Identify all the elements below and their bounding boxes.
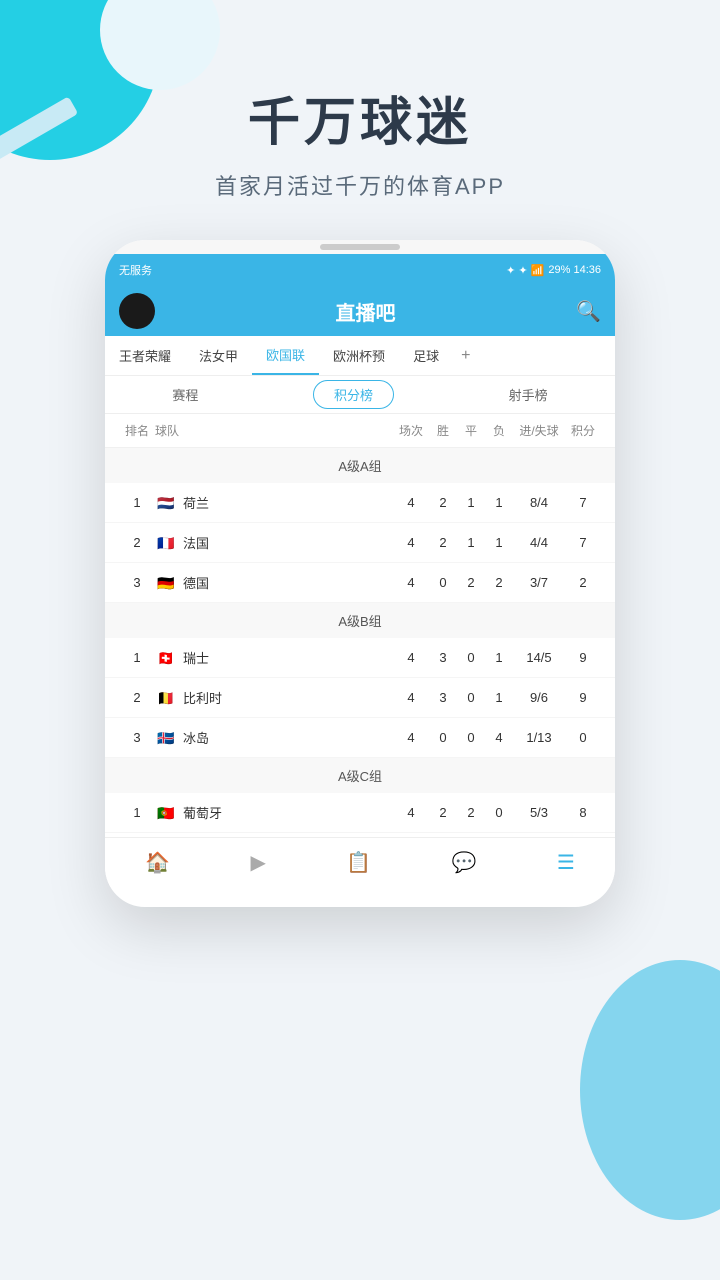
team-name: 🇵🇹葡萄牙: [155, 803, 393, 822]
header-loss: 负: [485, 422, 513, 439]
team-name: 🇧🇪比利时: [155, 688, 393, 707]
status-bar: 无服务 ✦ ✦ 📶 29% 14:36: [105, 254, 615, 286]
phone-top-bar: [105, 240, 615, 254]
bottom-nav-chat[interactable]: 💬: [452, 850, 477, 875]
sub-tabs: 赛程 积分榜 射手榜: [105, 376, 615, 414]
status-info: ✦ ✦ 📶 29% 14:36: [506, 264, 601, 277]
sub-tab-scorers[interactable]: 射手榜: [489, 381, 568, 408]
rank: 2: [119, 535, 155, 550]
bottom-nav-play[interactable]: ▶: [250, 850, 265, 875]
app-logo[interactable]: [119, 293, 155, 329]
status-right-text: 29% 14:36: [548, 264, 601, 276]
header-rank: 排名: [119, 422, 155, 439]
bottom-nav-news[interactable]: 📋: [346, 850, 371, 875]
standings-table: 排名 球队 场次 胜 平 负 进/失球 积分 A级A组 1 🇳🇱荷兰 4 2 1…: [105, 414, 615, 833]
bg-decoration-circle-br: [580, 960, 720, 1220]
table-row: 1 🇵🇹葡萄牙 4 2 2 0 5/3 8: [105, 793, 615, 833]
group-c-header: A级C组: [105, 758, 615, 793]
nav-tabs: 王者荣耀 法女甲 欧国联 欧洲杯预 足球 +: [105, 336, 615, 376]
header-team: 球队: [155, 422, 393, 439]
hero-title: 千万球迷: [0, 80, 720, 155]
team-name: 🇨🇭瑞士: [155, 648, 393, 667]
header-played: 场次: [393, 422, 429, 439]
hero-subtitle: 首家月活过千万的体育APP: [0, 169, 720, 201]
header-draw: 平: [457, 422, 485, 439]
table-row: 1 🇨🇭瑞士 4 3 0 1 14/5 9: [105, 638, 615, 678]
phone-pill: [320, 244, 400, 250]
rank: 3: [119, 575, 155, 590]
table-header-row: 排名 球队 场次 胜 平 负 进/失球 积分: [105, 414, 615, 448]
rank: 2: [119, 690, 155, 705]
nav-tab-ouguo[interactable]: 欧国联: [252, 336, 319, 375]
rank: 1: [119, 495, 155, 510]
bottom-nav-menu[interactable]: ☰: [557, 850, 575, 875]
team-name: 🇫🇷法国: [155, 533, 393, 552]
bottom-nav: 🏠 ▶ 📋 💬 ☰: [105, 837, 615, 887]
group-a-header: A级A组: [105, 448, 615, 483]
table-row: 2 🇫🇷法国 4 2 1 1 4/4 7: [105, 523, 615, 563]
nav-tab-plus[interactable]: +: [453, 347, 478, 365]
header-pts: 积分: [565, 422, 601, 439]
nav-tab-ouzhou[interactable]: 欧洲杯预: [319, 336, 399, 375]
team-name: 🇳🇱荷兰: [155, 493, 393, 512]
nav-tab-wangzhe[interactable]: 王者荣耀: [105, 336, 185, 375]
nav-tab-football[interactable]: 足球: [399, 336, 453, 375]
sub-tab-schedule[interactable]: 赛程: [152, 381, 218, 408]
header-win: 胜: [429, 422, 457, 439]
group-b-header: A级B组: [105, 603, 615, 638]
battery-wifi-icon: ✦ ✦ 📶: [506, 264, 544, 277]
app-title: 直播吧: [336, 297, 396, 326]
sub-tab-standings[interactable]: 积分榜: [313, 380, 394, 409]
header-gd: 进/失球: [513, 422, 565, 439]
nav-tab-fanvjia[interactable]: 法女甲: [185, 336, 252, 375]
status-carrier: 无服务: [119, 262, 152, 278]
app-header: 直播吧 🔍: [105, 286, 615, 336]
team-name: 🇩🇪德国: [155, 573, 393, 592]
bottom-nav-home[interactable]: 🏠: [145, 850, 170, 875]
hero-section: 千万球迷 首家月活过千万的体育APP: [0, 80, 720, 201]
search-icon[interactable]: 🔍: [576, 299, 601, 324]
table-row: 2 🇧🇪比利时 4 3 0 1 9/6 9: [105, 678, 615, 718]
rank: 1: [119, 650, 155, 665]
table-row: 1 🇳🇱荷兰 4 2 1 1 8/4 7: [105, 483, 615, 523]
rank: 1: [119, 805, 155, 820]
rank: 3: [119, 730, 155, 745]
phone-mockup: 无服务 ✦ ✦ 📶 29% 14:36 直播吧 🔍 王者荣耀 法女甲 欧国联 欧…: [105, 240, 615, 907]
table-row: 3 🇩🇪德国 4 0 2 2 3/7 2: [105, 563, 615, 603]
table-row: 3 🇮🇸冰岛 4 0 0 4 1/13 0: [105, 718, 615, 758]
team-name: 🇮🇸冰岛: [155, 728, 393, 747]
